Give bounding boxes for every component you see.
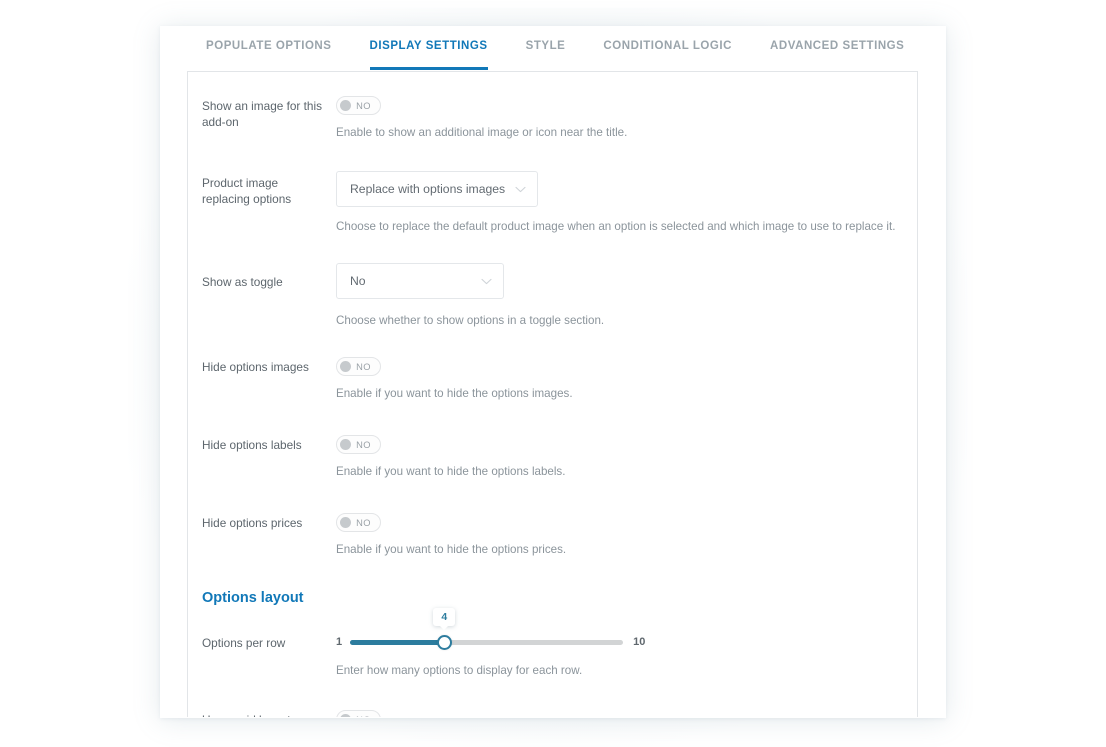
toggle-knob-icon	[340, 517, 351, 528]
setting-row-options-per-row: Options per row 1 4 10 Enter how many op…	[188, 632, 917, 679]
slider-options-per-row[interactable]: 1 4 10	[336, 632, 917, 652]
toggle-knob-icon	[340, 714, 351, 717]
setting-help-show-as-toggle: Choose whether to show options in a togg…	[336, 313, 917, 329]
tab-bar: POPULATE OPTIONS DISPLAY SETTINGS STYLE …	[160, 26, 946, 70]
toggle-state-label: NO	[351, 518, 377, 528]
slider-fill	[350, 640, 444, 645]
tab-style[interactable]: STYLE	[526, 26, 566, 65]
slider-value-tooltip: 4	[433, 608, 455, 626]
tab-advanced-settings[interactable]: ADVANCED SETTINGS	[770, 26, 904, 65]
setting-row-hide-options-images: Hide options images NO Enable if you wan…	[188, 357, 917, 402]
toggle-knob-icon	[340, 100, 351, 111]
select-product-image-replacing[interactable]: Replace with options images	[336, 171, 538, 207]
toggle-state-label: NO	[351, 101, 377, 111]
setting-label-hide-options-images: Hide options images	[202, 357, 326, 402]
toggle-grid-layout[interactable]: NO	[336, 710, 381, 717]
setting-help-options-per-row: Enter how many options to display for ea…	[336, 663, 917, 679]
display-settings-panel: Show an image for this add-on NO Enable …	[187, 71, 918, 717]
toggle-knob-icon	[340, 439, 351, 450]
setting-label-show-image: Show an image for this add-on	[202, 96, 326, 141]
setting-row-show-image: Show an image for this add-on NO Enable …	[188, 96, 917, 141]
setting-help-hide-options-labels: Enable if you want to hide the options l…	[336, 464, 917, 480]
page-root: POPULATE OPTIONS DISPLAY SETTINGS STYLE …	[0, 0, 1106, 747]
select-value-show-as-toggle: No	[350, 274, 366, 288]
toggle-state-label: NO	[351, 715, 377, 718]
setting-row-product-image-replacing: Product image replacing options Replace …	[188, 171, 917, 235]
setting-label-options-per-row: Options per row	[202, 632, 326, 679]
tab-display-settings[interactable]: DISPLAY SETTINGS	[370, 26, 488, 65]
toggle-state-label: NO	[351, 362, 377, 372]
chevron-down-icon	[515, 186, 526, 193]
setting-row-grid-layout: Use a grid layout NO Enable to adjust th…	[188, 710, 917, 717]
slider-max-label: 10	[633, 636, 645, 648]
toggle-state-label: NO	[351, 440, 377, 450]
settings-card: POPULATE OPTIONS DISPLAY SETTINGS STYLE …	[160, 26, 946, 718]
toggle-show-image[interactable]: NO	[336, 96, 381, 115]
tab-populate-options[interactable]: POPULATE OPTIONS	[206, 26, 332, 65]
toggle-knob-icon	[340, 361, 351, 372]
setting-help-hide-options-prices: Enable if you want to hide the options p…	[336, 542, 917, 558]
slider-handle[interactable]	[437, 635, 452, 650]
setting-help-hide-options-images: Enable if you want to hide the options i…	[336, 386, 917, 402]
setting-row-show-as-toggle: Show as toggle No Choose whether to show…	[188, 263, 917, 329]
setting-label-hide-options-prices: Hide options prices	[202, 513, 326, 558]
select-show-as-toggle[interactable]: No	[336, 263, 504, 299]
setting-help-show-image: Enable to show an additional image or ic…	[336, 125, 917, 141]
chevron-down-icon	[481, 278, 492, 285]
toggle-hide-options-images[interactable]: NO	[336, 357, 381, 376]
slider-track[interactable]: 4	[350, 640, 623, 645]
setting-label-grid-layout: Use a grid layout	[202, 710, 326, 717]
setting-label-show-as-toggle: Show as toggle	[202, 263, 326, 329]
setting-label-hide-options-labels: Hide options labels	[202, 435, 326, 480]
setting-row-hide-options-labels: Hide options labels NO Enable if you wan…	[188, 435, 917, 480]
section-heading-options-layout: Options layout	[188, 590, 917, 606]
toggle-hide-options-labels[interactable]: NO	[336, 435, 381, 454]
setting-help-product-image-replacing: Choose to replace the default product im…	[336, 219, 917, 235]
tab-conditional-logic[interactable]: CONDITIONAL LOGIC	[603, 26, 732, 65]
toggle-hide-options-prices[interactable]: NO	[336, 513, 381, 532]
slider-min-label: 1	[336, 636, 342, 648]
setting-label-product-image-replacing: Product image replacing options	[202, 171, 326, 235]
setting-row-hide-options-prices: Hide options prices NO Enable if you wan…	[188, 513, 917, 558]
select-value-product-image-replacing: Replace with options images	[350, 182, 505, 196]
